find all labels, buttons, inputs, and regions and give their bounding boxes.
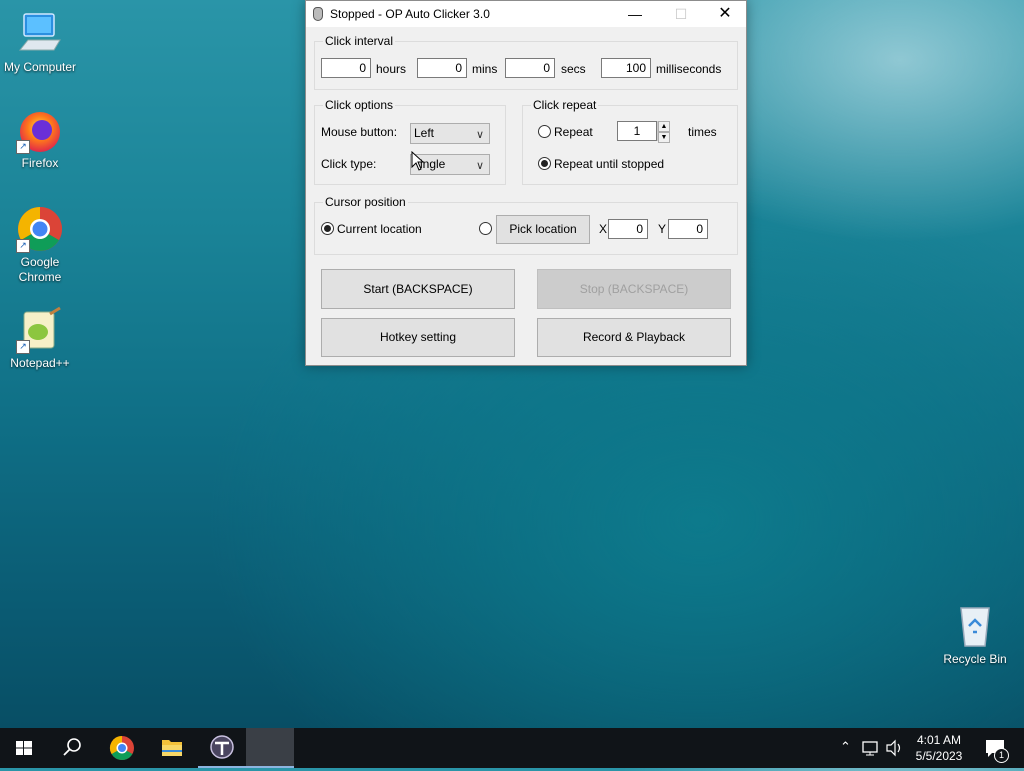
- repeat-until-stopped-radio[interactable]: [538, 157, 551, 170]
- repeat-label: Repeat: [554, 125, 593, 139]
- x-label: X: [599, 222, 608, 236]
- desktop-icon-label: Google Chrome: [18, 255, 62, 284]
- repeat-until-stopped-label: Repeat until stopped: [554, 157, 665, 171]
- stop-button[interactable]: Stop (BACKSPACE): [537, 269, 731, 309]
- window-title: Stopped - OP Auto Clicker 3.0: [330, 7, 490, 21]
- desktop-icon-label: Notepad++: [10, 356, 70, 370]
- title-bar[interactable]: Stopped - OP Auto Clicker 3.0 — ☐ ✕: [306, 1, 746, 27]
- op-auto-clicker-icon: [210, 735, 234, 759]
- times-label: times: [688, 125, 717, 139]
- milliseconds-label: milliseconds: [656, 62, 722, 76]
- mins-label: mins: [472, 62, 498, 76]
- notification-badge: 1: [994, 748, 1009, 763]
- desktop-icon-chrome[interactable]: ↗ Google Chrome: [0, 205, 80, 285]
- mouse-button-label: Mouse button:: [321, 125, 398, 139]
- spin-up-icon[interactable]: ▲: [658, 121, 670, 132]
- volume-tray-icon[interactable]: [884, 728, 906, 768]
- clock-date: 5/5/2023: [915, 749, 963, 763]
- group-label: Click options: [323, 98, 396, 112]
- chevron-down-icon: ∨: [475, 129, 484, 141]
- mouse-icon: [313, 7, 323, 21]
- desktop-icon-notepadpp[interactable]: ↗ Notepad++: [0, 306, 80, 371]
- taskbar: ⌃ 4:01 AM 5/5/2023 1: [0, 728, 1024, 768]
- record-playback-button[interactable]: Record & Playback: [537, 318, 731, 357]
- taskbar-active-window[interactable]: [246, 728, 294, 768]
- group-label: Cursor position: [323, 195, 408, 209]
- desktop-icon-label: Firefox: [21, 156, 59, 170]
- mouse-button-value: Left: [414, 126, 435, 140]
- secs-label: secs: [561, 62, 586, 76]
- mouse-cursor-icon: [411, 151, 425, 171]
- start-button[interactable]: Start (BACKSPACE): [321, 269, 515, 309]
- hours-input[interactable]: 0: [321, 58, 371, 78]
- hotkey-setting-button[interactable]: Hotkey setting: [321, 318, 515, 357]
- y-coordinate-input[interactable]: 0: [668, 219, 708, 239]
- taskbar-file-explorer[interactable]: [148, 728, 196, 768]
- chevron-down-icon: ∨: [475, 160, 484, 172]
- mouse-button-select[interactable]: Left ∨: [410, 123, 490, 144]
- clock-time: 4:01 AM: [916, 733, 962, 747]
- group-label: Click interval: [323, 34, 396, 48]
- folder-icon: [162, 740, 182, 756]
- milliseconds-input[interactable]: 100: [601, 58, 651, 78]
- current-location-radio[interactable]: [321, 222, 334, 235]
- repeat-radio[interactable]: [538, 125, 551, 138]
- desktop-icon-recycle-bin[interactable]: Recycle Bin: [935, 602, 1015, 667]
- recycle-bin-icon: [951, 602, 999, 650]
- pick-location-button[interactable]: Pick location: [496, 215, 590, 244]
- chevron-up-icon: ⌃: [840, 739, 851, 754]
- chrome-icon: ↗: [16, 205, 64, 253]
- mins-input[interactable]: 0: [417, 58, 467, 78]
- start-button[interactable]: [0, 728, 48, 768]
- shortcut-arrow-icon: ↗: [16, 140, 30, 154]
- network-icon: [862, 741, 878, 756]
- close-button[interactable]: ✕: [702, 1, 748, 27]
- search-button[interactable]: [48, 728, 96, 768]
- repeat-count-stepper[interactable]: ▲ ▼: [657, 121, 670, 143]
- computer-icon: [16, 10, 64, 58]
- shortcut-arrow-icon: ↗: [16, 340, 30, 354]
- shortcut-arrow-icon: ↗: [16, 239, 30, 253]
- y-label: Y: [658, 222, 667, 236]
- auto-clicker-window: Stopped - OP Auto Clicker 3.0 — ☐ ✕ Clic…: [305, 0, 747, 366]
- repeat-count-input[interactable]: 1: [617, 121, 657, 141]
- taskbar-chrome[interactable]: [98, 728, 146, 768]
- pick-location-radio[interactable]: [479, 222, 492, 235]
- notepadpp-icon: ↗: [16, 306, 64, 354]
- firefox-icon: ↗: [16, 106, 64, 154]
- spin-down-icon[interactable]: ▼: [658, 132, 670, 143]
- minimize-button[interactable]: —: [612, 1, 658, 27]
- group-label: Click repeat: [531, 98, 599, 112]
- current-location-label: Current location: [337, 222, 422, 236]
- windows-logo-icon: [16, 741, 32, 755]
- x-coordinate-input[interactable]: 0: [608, 219, 648, 239]
- network-tray-icon[interactable]: [860, 728, 882, 768]
- click-type-label: Click type:: [321, 157, 377, 171]
- hours-label: hours: [376, 62, 407, 76]
- speaker-icon: [886, 739, 901, 757]
- chrome-icon: [109, 736, 134, 761]
- desktop-icon-label: My Computer: [3, 60, 77, 74]
- click-repeat-group: Click repeat: [522, 98, 738, 185]
- show-hidden-icons-button[interactable]: ⌃: [836, 728, 856, 768]
- search-icon: [63, 738, 81, 756]
- maximize-button[interactable]: ☐: [658, 1, 704, 27]
- secs-input[interactable]: 0: [505, 58, 555, 78]
- desktop-icon-firefox[interactable]: ↗ Firefox: [0, 106, 80, 171]
- desktop-icon-my-computer[interactable]: My Computer: [0, 10, 80, 75]
- action-center-button[interactable]: 1: [978, 728, 1018, 768]
- clock[interactable]: 4:01 AM 5/5/2023: [906, 732, 972, 764]
- taskbar-op-auto-clicker[interactable]: [198, 728, 246, 768]
- desktop-icon-label: Recycle Bin: [943, 652, 1007, 666]
